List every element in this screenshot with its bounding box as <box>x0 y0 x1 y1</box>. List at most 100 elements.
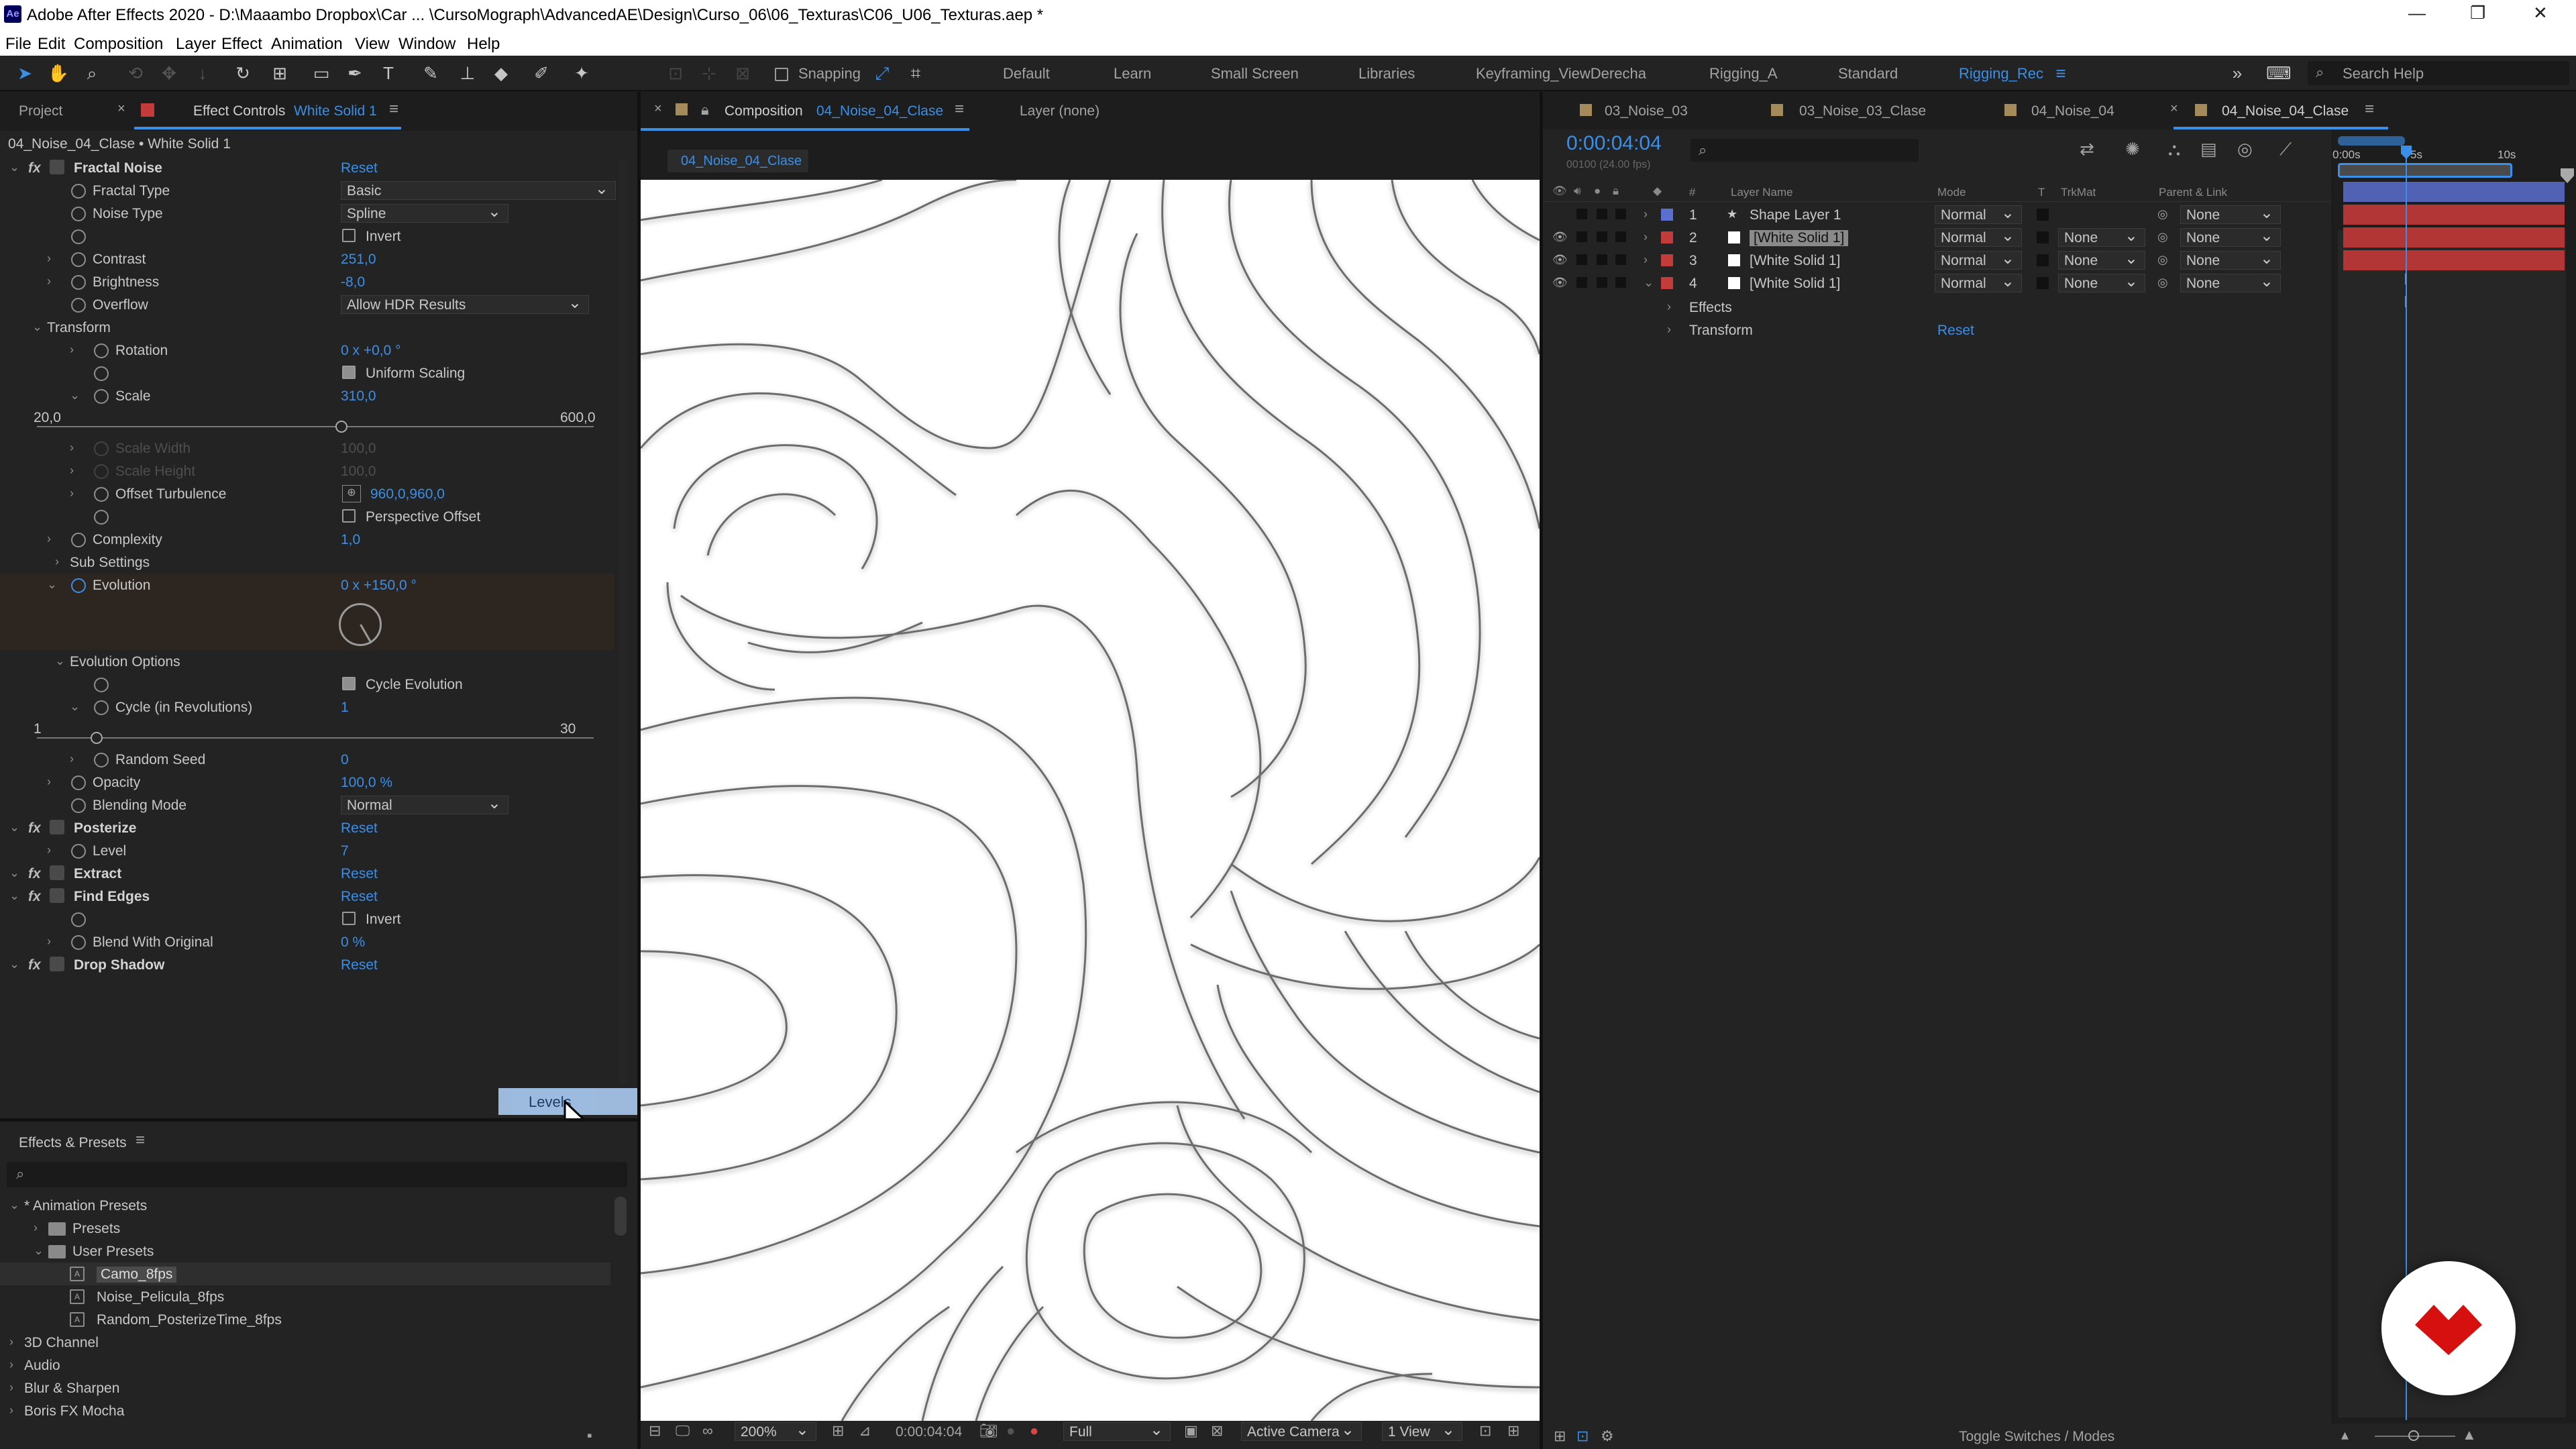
comp-time[interactable]: 0:00:04:04 <box>896 1424 962 1440</box>
new-folder-icon[interactable]: ▪ <box>587 1427 592 1444</box>
clone-tool-icon[interactable]: ⊥ <box>456 61 479 85</box>
toggle-switches-modes[interactable]: Toggle Switches / Modes <box>1959 1429 2114 1445</box>
stopwatch-icon[interactable] <box>94 464 109 479</box>
puppet-tool-icon[interactable]: ✦ <box>570 61 593 85</box>
snapshot-icon[interactable]: 📷︎ <box>979 1422 998 1440</box>
panel-menu-icon[interactable]: ≡ <box>389 100 398 119</box>
property-checkbox[interactable] <box>342 912 356 925</box>
stopwatch-icon[interactable] <box>94 343 109 358</box>
effects-menu-icon[interactable]: ≡ <box>136 1131 145 1150</box>
property-checkbox[interactable] <box>342 677 356 690</box>
expand-arrow-icon[interactable]: › <box>55 555 59 569</box>
workspace-libraries[interactable]: Libraries <box>1358 65 1415 83</box>
comp-button-icon[interactable] <box>2561 168 2574 183</box>
stopwatch-icon[interactable] <box>71 207 86 221</box>
workspace-rigging-a[interactable]: Rigging_A <box>1709 65 1778 83</box>
trkmat-dropdown[interactable]: None <box>2058 272 2145 292</box>
reset-link[interactable]: Reset <box>1937 323 1974 339</box>
stopwatch-icon[interactable] <box>94 678 109 692</box>
expand-arrow-icon[interactable]: ⌄ <box>9 957 19 971</box>
composition-canvas[interactable] <box>641 180 1540 1421</box>
zoom-in-icon[interactable]: ▲ <box>2462 1426 2477 1444</box>
expand-arrow-icon[interactable]: ⌄ <box>55 654 65 668</box>
type-tool-icon[interactable]: T <box>377 61 400 85</box>
workspace-learn[interactable]: Learn <box>1114 65 1151 83</box>
expand-arrow-icon[interactable]: ⌄ <box>9 820 19 835</box>
stopwatch-icon[interactable] <box>71 184 86 199</box>
property-value[interactable]: 0 % <box>341 934 365 951</box>
property-value[interactable]: 310,0 <box>341 388 376 405</box>
reset-link[interactable]: Reset <box>341 889 378 905</box>
audio-switch[interactable] <box>1576 231 1587 242</box>
timecode[interactable]: 0:00:04:04 <box>1566 132 1662 155</box>
zoom-tool-icon[interactable]: ⌕ <box>80 61 103 85</box>
expand-arrow-icon[interactable]: ⌄ <box>47 578 57 592</box>
transfer-controls-icon[interactable]: ⊡ <box>1576 1428 1589 1445</box>
layer-name[interactable]: [White Solid 1] <box>1750 253 1840 269</box>
workspace-small-screen[interactable]: Small Screen <box>1211 65 1299 83</box>
render-time-icon[interactable]: ⚙ <box>1601 1428 1614 1445</box>
preserve-transparency-switch[interactable] <box>2037 254 2049 266</box>
lock-switch[interactable] <box>1615 277 1626 288</box>
stopwatch-icon[interactable] <box>71 775 86 790</box>
menu-layer[interactable]: Layer <box>176 35 216 54</box>
menu-window[interactable]: Window <box>398 35 455 54</box>
fx-icon[interactable]: fx <box>28 820 41 837</box>
effects-tree-item[interactable]: A Random_PosterizeTime_8fps <box>0 1308 610 1331</box>
reset-link[interactable]: Reset <box>341 866 378 882</box>
audio-switch[interactable] <box>1576 254 1587 265</box>
lock-switch[interactable] <box>1615 231 1626 242</box>
pan-tool-icon[interactable]: ✥ <box>158 61 180 85</box>
property-dropdown[interactable]: Spline <box>341 202 508 223</box>
splitter[interactable] <box>637 92 641 1449</box>
layer-bar-1[interactable] <box>2343 182 2565 202</box>
restore-icon[interactable]: ❐ <box>2470 3 2485 23</box>
eye-icon[interactable]: 👁︎ <box>1552 230 1568 244</box>
timeline-layer-row[interactable]: 👁︎ › 2 [White Solid 1] Normal None ◎ None <box>1543 226 2331 249</box>
show-snapshot-icon[interactable]: ● <box>1006 1422 1015 1440</box>
search-help-box[interactable]: ⌕ Search Help <box>2308 61 2569 85</box>
label-color-swatch[interactable] <box>1661 254 1673 266</box>
layer-name[interactable]: Shape Layer 1 <box>1750 207 1841 223</box>
property-value[interactable]: 100,0 % <box>341 775 392 791</box>
expand-arrow-icon[interactable]: › <box>47 274 51 288</box>
menu-composition[interactable]: Composition <box>74 35 163 54</box>
expand-arrow-icon[interactable]: › <box>47 843 51 857</box>
rotate-tool-icon[interactable]: ↻ <box>231 61 254 85</box>
layer-name[interactable]: [White Solid 1] <box>1750 230 1849 246</box>
snap-edges-icon[interactable]: ⤢ <box>871 61 894 85</box>
fit-icon[interactable]: ⊞ <box>832 1422 844 1440</box>
expand-arrow-icon[interactable]: › <box>9 1403 13 1417</box>
effects-tree-item[interactable]: › Presets <box>0 1217 610 1240</box>
property-dropdown[interactable]: Allow HDR Results <box>341 293 589 314</box>
keyboard-icon[interactable]: ⌨ <box>2266 61 2292 85</box>
expand-arrow-icon[interactable]: › <box>70 486 74 500</box>
reset-link[interactable]: Reset <box>341 160 378 176</box>
time-navigator[interactable] <box>2338 136 2405 146</box>
menu-file[interactable]: File <box>5 35 32 54</box>
roto-brush-icon[interactable]: ✐ <box>530 61 553 85</box>
anchor-tool-icon[interactable]: ⊞ <box>268 61 291 85</box>
expand-arrow-icon[interactable]: › <box>70 441 74 455</box>
dolly-tool-icon[interactable]: ↓ <box>191 61 214 85</box>
expand-arrow-icon[interactable]: ⌄ <box>1644 276 1654 290</box>
effects-scrollbar[interactable] <box>614 1197 627 1236</box>
eye-icon[interactable]: 👁︎ <box>1552 253 1568 267</box>
stopwatch-icon[interactable] <box>71 533 86 547</box>
eye-icon[interactable]: 👁︎ <box>1552 276 1568 290</box>
close-tab-icon[interactable]: × <box>2170 101 2178 117</box>
tab-effect-controls[interactable]: Effect Controls <box>193 103 285 119</box>
expand-arrow-icon[interactable]: ⌄ <box>9 866 19 880</box>
expand-arrow-icon[interactable]: › <box>1667 300 1671 314</box>
expand-arrow-icon[interactable]: › <box>9 1358 13 1372</box>
trkmat-dropdown[interactable]: None <box>2058 249 2145 270</box>
timeline-property-row[interactable]: › Transform Reset <box>1543 319 2331 341</box>
expand-arrow-icon[interactable]: › <box>1644 207 1648 221</box>
property-value[interactable]: 7 <box>341 843 349 859</box>
layout-icon[interactable]: ⊡ <box>1479 1422 1491 1440</box>
pick-whip-icon[interactable]: ◎ <box>2157 276 2168 290</box>
solo-switch[interactable] <box>1597 254 1607 265</box>
camera-dropdown[interactable]: Active Camera <box>1241 1420 1362 1441</box>
effects-tree-item[interactable]: › Audio <box>0 1354 610 1377</box>
rectangle-tool-icon[interactable]: ▭ <box>310 61 333 85</box>
